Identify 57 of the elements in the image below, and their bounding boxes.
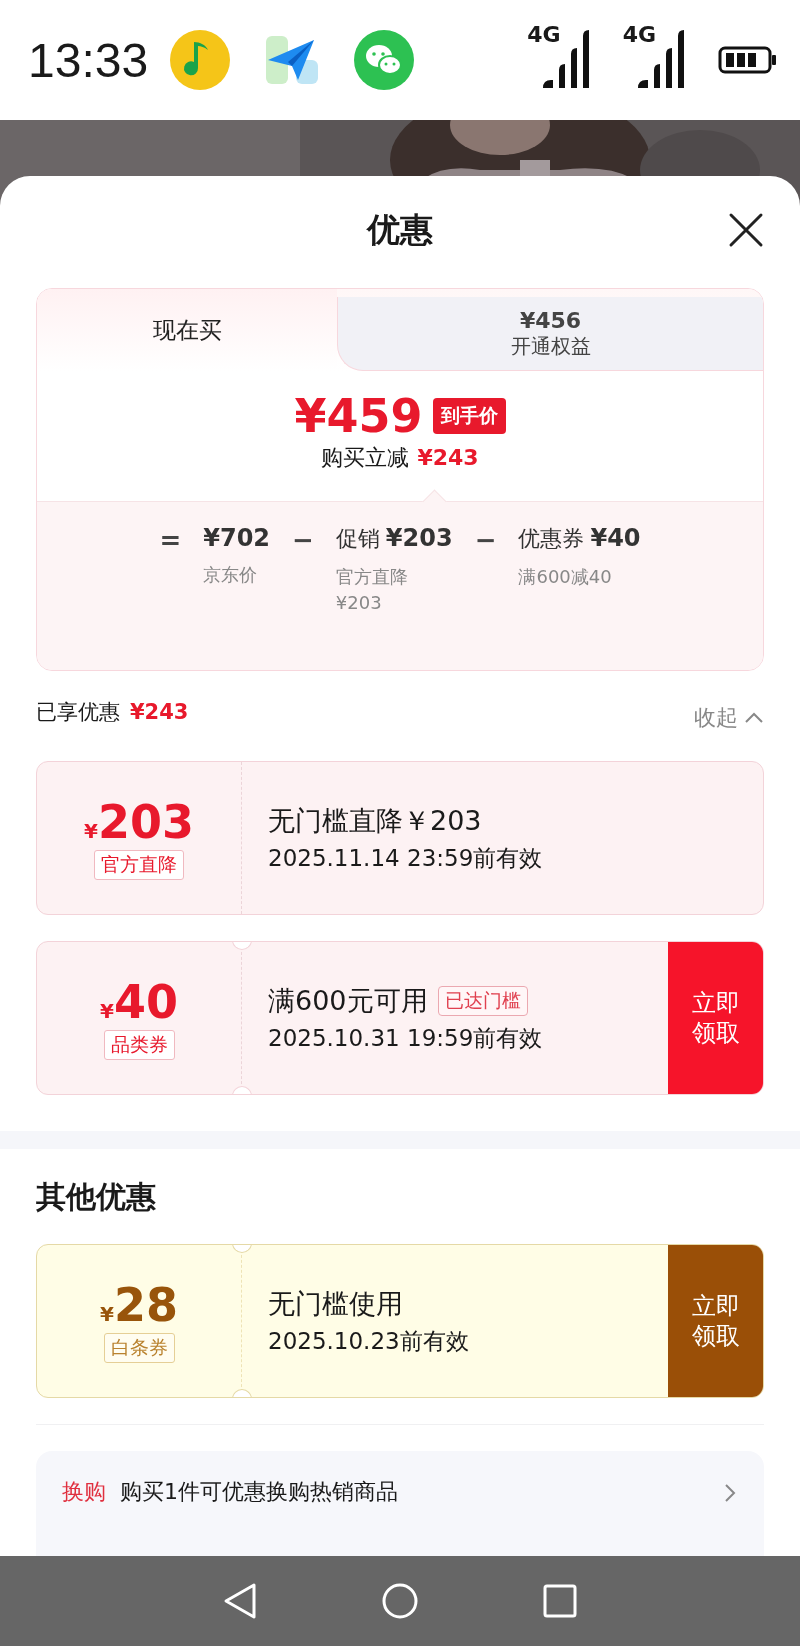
breakdown-amount: ¥702 bbox=[203, 524, 271, 552]
battery-icon bbox=[718, 45, 778, 75]
breakdown-note: 满600减40 bbox=[518, 565, 613, 589]
operator-sign: − bbox=[292, 524, 314, 557]
validity-text: 2025.10.31 19:59前有效 bbox=[268, 1023, 544, 1053]
coupon-amount: 28 bbox=[113, 1279, 178, 1331]
validity-text: 2025.11.14 23:59前有效 bbox=[268, 843, 544, 873]
operator-sign: − bbox=[474, 524, 497, 557]
currency-sign: ¥ bbox=[84, 819, 98, 843]
breakdown-amount: ¥40 bbox=[590, 524, 641, 552]
exchange-row[interactable]: 换购 购买1件可优惠换购热销商品 bbox=[36, 1451, 764, 1556]
threshold-badge: 已达门槛 bbox=[437, 985, 528, 1016]
breakdown-label: 促销 bbox=[335, 525, 380, 553]
sheet-title: 优惠 bbox=[367, 208, 433, 251]
validity-text: 2025.10.23前有效 bbox=[268, 1326, 470, 1356]
coupon-title: 无门槛直降￥203 bbox=[268, 803, 482, 838]
breakdown-note: 京东价 bbox=[203, 563, 259, 587]
tab-label: 现在买 bbox=[152, 315, 222, 345]
close-button[interactable] bbox=[728, 212, 764, 248]
saving-label: 购买立减 bbox=[321, 444, 410, 472]
coupon-title: 满600元可用 bbox=[268, 983, 428, 1018]
chat-bubbles-icon bbox=[354, 30, 415, 90]
coupon-type-tag: 品类券 bbox=[103, 1030, 175, 1060]
tab-price: ¥456 bbox=[519, 307, 582, 333]
back-icon bbox=[223, 1582, 257, 1620]
claim-button[interactable]: 立即领取 bbox=[668, 1245, 763, 1397]
network-type-label: 4G bbox=[622, 22, 656, 47]
breakdown-note: 官方直降 ¥203 bbox=[335, 565, 409, 615]
operator-sign: = bbox=[159, 524, 182, 557]
recents-icon bbox=[543, 1584, 577, 1618]
breakdown-amount: ¥203 bbox=[385, 524, 453, 552]
coupon-type-tag: 白条券 bbox=[103, 1333, 175, 1363]
coupon-amount: 203 bbox=[97, 796, 194, 848]
coupon-amount: 40 bbox=[113, 976, 178, 1028]
chevron-right-icon bbox=[724, 1483, 736, 1503]
coupon-title: 无门槛使用 bbox=[268, 1286, 403, 1321]
network-type-label: 4G bbox=[527, 22, 561, 47]
final-price: ¥459 bbox=[294, 389, 423, 443]
enjoyed-label: 已享优惠 bbox=[36, 699, 120, 726]
exchange-text: 购买1件可优惠换购热销商品 bbox=[120, 1478, 399, 1506]
claim-button[interactable]: 立即领取 bbox=[668, 942, 763, 1094]
clock-time: 13:33 bbox=[28, 32, 149, 88]
section-title: 其他优惠 bbox=[36, 1178, 157, 1216]
collapse-toggle[interactable]: 收起 bbox=[694, 703, 764, 733]
saving-amount: ¥243 bbox=[417, 445, 479, 470]
price-tab[interactable]: ¥456 开通权益 bbox=[337, 297, 763, 371]
enjoyed-amount: ¥243 bbox=[130, 700, 189, 724]
currency-sign: ¥ bbox=[100, 999, 114, 1023]
exchange-tag: 换购 bbox=[62, 1477, 106, 1507]
home-icon bbox=[382, 1583, 418, 1619]
price-badge: 到手价 bbox=[432, 398, 506, 434]
coupon-type-tag: 官方直降 bbox=[94, 850, 184, 880]
close-icon bbox=[728, 212, 764, 248]
tab-label: 开通权益 bbox=[510, 332, 591, 360]
breakdown-label: 优惠券 bbox=[518, 525, 585, 553]
currency-sign: ¥ bbox=[100, 1302, 114, 1326]
music-note-icon bbox=[170, 30, 231, 90]
